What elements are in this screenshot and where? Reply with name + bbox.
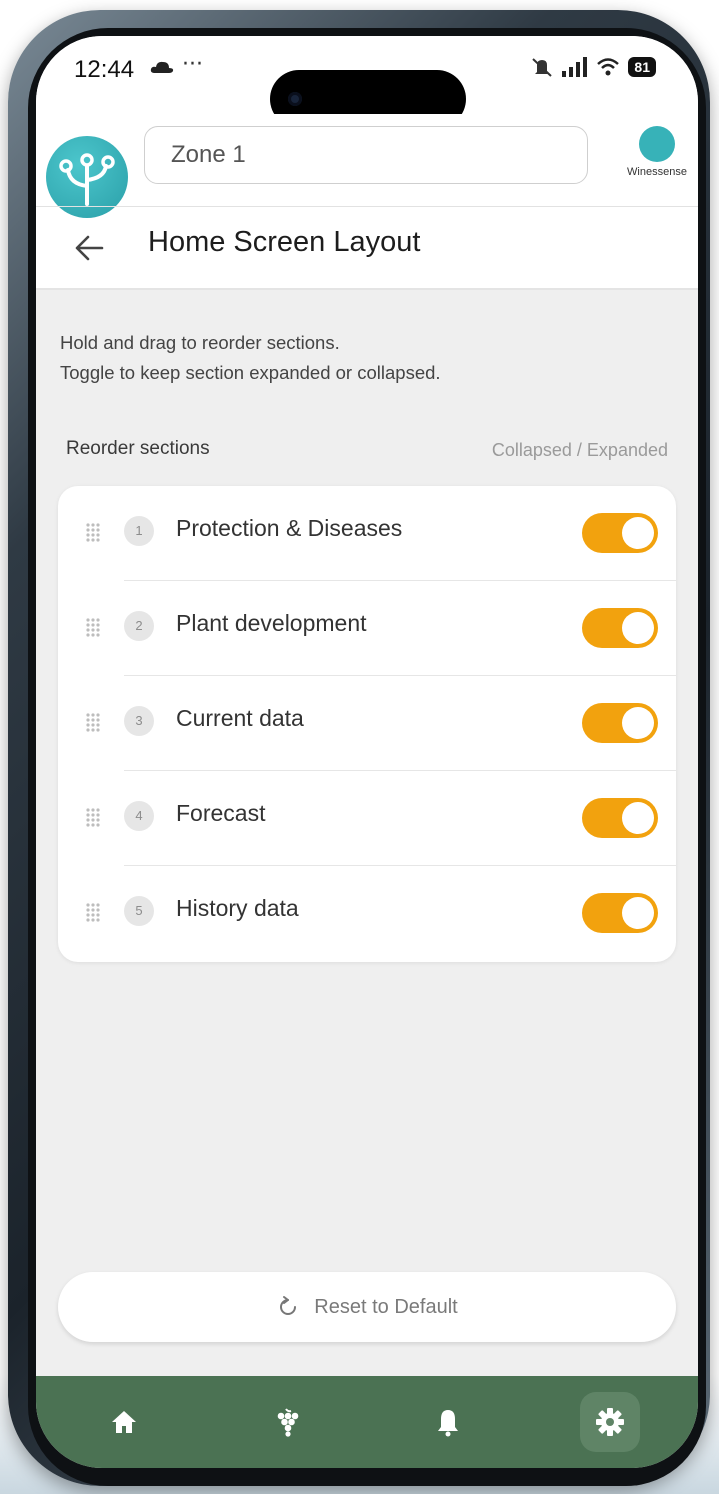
reorder-sections-heading: Reorder sections xyxy=(66,438,210,459)
section-label: Plant development xyxy=(176,610,367,636)
expand-toggle[interactable] xyxy=(582,608,658,648)
bottom-navigation xyxy=(36,1376,698,1468)
section-label: History data xyxy=(176,895,299,921)
section-label: Protection & Diseases xyxy=(176,515,403,541)
instruction-line: Toggle to keep section expanded or colla… xyxy=(60,362,441,383)
section-row-forecast[interactable]: 4 Forecast xyxy=(58,771,676,866)
order-badge: 5 xyxy=(124,896,154,926)
signal-icon xyxy=(562,57,588,77)
status-indicators: 81 xyxy=(530,56,656,78)
mute-icon xyxy=(532,58,553,77)
refresh-icon xyxy=(280,1296,297,1315)
header-bottom-divider xyxy=(36,288,698,290)
status-bar: 12:44 ··· 81 xyxy=(36,36,698,128)
app-screen: 12:44 ··· 81 Zone 1 Winessense Home Scre… xyxy=(36,36,698,1468)
toggle-knob xyxy=(622,612,654,644)
section-row-protection[interactable]: 1 Protection & Diseases xyxy=(58,486,676,581)
reset-button-label: Reset to Default xyxy=(314,1295,458,1318)
gear-icon xyxy=(596,1408,624,1436)
instruction-line: Hold and drag to reorder sections. xyxy=(60,332,340,353)
app-header: Zone 1 Winessense Home Screen Layout xyxy=(36,114,698,288)
page-title: Home Screen Layout xyxy=(148,226,421,258)
nav-vineyard[interactable] xyxy=(256,1392,316,1452)
status-time: 12:44 xyxy=(74,56,135,83)
drag-handle-icon[interactable] xyxy=(86,618,100,638)
battery-icon: 81 xyxy=(628,57,656,77)
header-divider xyxy=(36,206,698,207)
collapsed-expanded-hint: Collapsed / Expanded xyxy=(491,440,668,460)
toggle-knob xyxy=(622,707,654,739)
reset-to-default-button[interactable]: Reset to Default xyxy=(58,1272,676,1342)
order-badge: 4 xyxy=(124,801,154,831)
nav-home[interactable] xyxy=(94,1392,154,1452)
bell-icon xyxy=(438,1410,458,1437)
brand-badge: Winessense xyxy=(620,126,694,178)
home-icon xyxy=(112,1411,136,1433)
nav-alerts[interactable] xyxy=(418,1392,478,1452)
cloud-icon xyxy=(150,61,174,73)
drag-handle-icon[interactable] xyxy=(86,903,100,923)
nav-settings[interactable] xyxy=(580,1392,640,1452)
section-row-current-data[interactable]: 3 Current data xyxy=(58,676,676,771)
sections-list: 1 Protection & Diseases 2 Plant developm… xyxy=(58,486,676,962)
order-badge: 3 xyxy=(124,706,154,736)
drag-handle-icon[interactable] xyxy=(86,808,100,828)
section-row-plant-development[interactable]: 2 Plant development xyxy=(58,581,676,676)
back-arrow-icon[interactable] xyxy=(70,228,110,268)
instructions: Hold and drag to reorder sections. Toggl… xyxy=(60,328,441,388)
winessense-logo-icon xyxy=(639,126,675,162)
grapes-icon xyxy=(277,1408,299,1437)
expand-toggle[interactable] xyxy=(582,893,658,933)
expand-toggle[interactable] xyxy=(582,513,658,553)
more-notifications-icon: ··· xyxy=(182,52,203,77)
order-badge: 1 xyxy=(124,516,154,546)
toggle-knob xyxy=(622,802,654,834)
toggle-knob xyxy=(622,897,654,929)
expand-toggle[interactable] xyxy=(582,798,658,838)
section-label: Current data xyxy=(176,705,304,731)
brand-name: Winessense xyxy=(627,166,687,178)
order-badge: 2 xyxy=(124,611,154,641)
section-label: Forecast xyxy=(176,800,266,826)
front-camera xyxy=(288,92,302,106)
zone-selector-input[interactable]: Zone 1 xyxy=(144,126,588,184)
wifi-icon xyxy=(597,58,620,76)
section-row-history-data[interactable]: 5 History data xyxy=(58,866,676,961)
drag-handle-icon[interactable] xyxy=(86,523,100,543)
drag-handle-icon[interactable] xyxy=(86,713,100,733)
toggle-knob xyxy=(622,517,654,549)
expand-toggle[interactable] xyxy=(582,703,658,743)
